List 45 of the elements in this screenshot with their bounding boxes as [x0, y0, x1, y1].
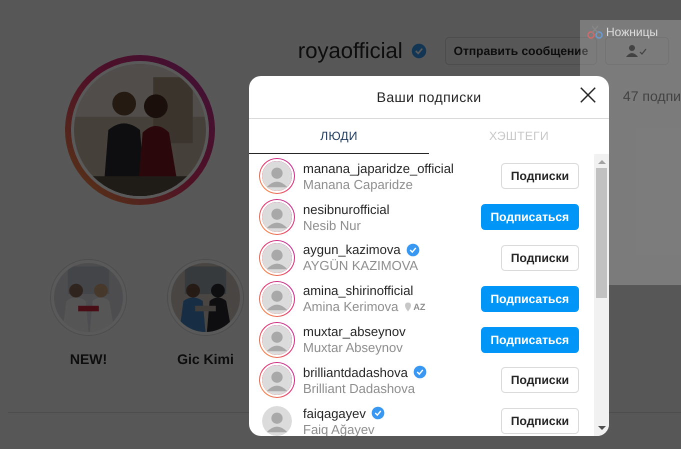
pin-icon	[405, 302, 412, 312]
avatar-icon	[260, 159, 294, 194]
avatar-icon	[260, 282, 294, 316]
account-username[interactable]: nesibnurofficial	[303, 202, 390, 217]
avatar-icon	[260, 200, 294, 234]
account-username[interactable]: faiqagayev	[303, 406, 366, 421]
dialog-title: Ваши подписки	[376, 89, 482, 105]
account-full-name: Faiq Ağayev	[303, 422, 375, 436]
story-ring[interactable]	[259, 280, 295, 317]
follow-button[interactable]: Подписки	[500, 408, 579, 434]
story-ring[interactable]	[259, 362, 295, 398]
verified-badge-icon	[412, 365, 427, 380]
follow-button[interactable]: Подписки	[500, 244, 579, 271]
account-full-name: Muxtar Abseynov	[303, 340, 403, 356]
account-username[interactable]: amina_shirinofficial	[303, 283, 414, 298]
story-ring[interactable]	[259, 322, 295, 358]
location-tag: AZ	[413, 302, 426, 312]
account-username[interactable]: brilliantdadashova	[303, 364, 408, 380]
follow-button[interactable]: Подписки	[500, 163, 579, 190]
avatar-icon	[260, 363, 294, 398]
person-check-icon	[626, 45, 648, 57]
avatar-icon	[260, 240, 294, 275]
account-full-name: Brilliant Dadashova	[303, 380, 416, 396]
verified-badge-icon	[410, 43, 427, 59]
snipping-title: Ножницы	[606, 25, 658, 39]
scissors-icon	[587, 25, 603, 39]
story-ring[interactable]	[259, 240, 295, 276]
close-icon[interactable]	[579, 86, 597, 104]
following-button[interactable]	[605, 37, 670, 65]
account-full-name: Amina Kerimova	[303, 299, 398, 314]
story-ring[interactable]	[259, 403, 295, 436]
account-username[interactable]: manana_japaridze_official	[303, 160, 454, 176]
avatar-icon	[260, 322, 294, 357]
account-username[interactable]: aygun_kazimova	[303, 242, 401, 258]
verified-badge-icon	[406, 242, 420, 257]
profile-username: royaofficial	[298, 38, 403, 64]
follow-button[interactable]: Подписки	[500, 367, 579, 394]
account-full-name: Nesib Nur	[303, 218, 361, 233]
account-username[interactable]: muxtar_abseynov	[303, 324, 406, 340]
account-full-name: AYGÜN KAZIMOVA	[303, 258, 418, 274]
account-full-name: Manana Caparidze	[303, 176, 413, 192]
verified-badge-icon	[370, 406, 385, 420]
scrollbar[interactable]	[594, 154, 609, 436]
story-ring[interactable]	[259, 158, 295, 194]
story-ring[interactable]	[259, 199, 295, 236]
